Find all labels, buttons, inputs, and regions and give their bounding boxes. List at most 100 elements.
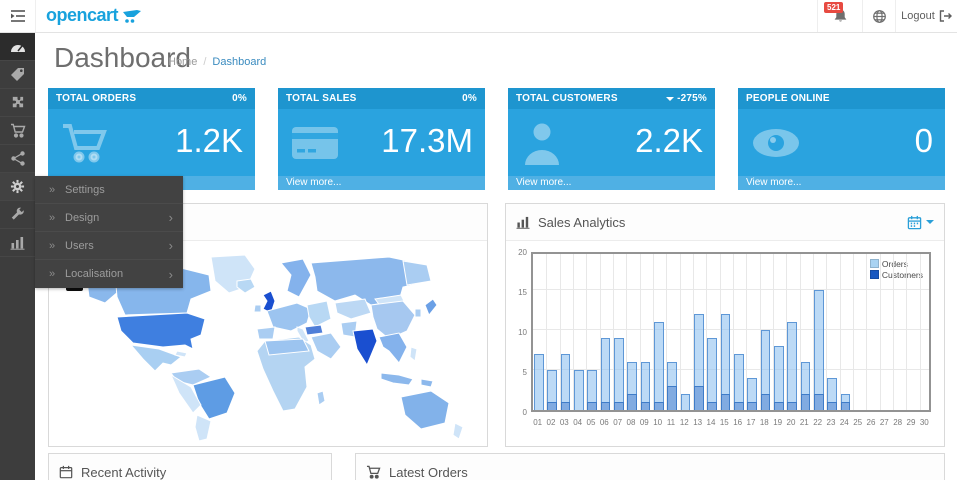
legend-label: Customers (882, 270, 923, 280)
bar-customers-day-23[interactable] (827, 402, 837, 410)
view-more-link[interactable]: View more... (278, 176, 485, 190)
gridline (680, 254, 681, 410)
bar-customers-day-02[interactable] (547, 402, 557, 410)
bar-customers-day-05[interactable] (587, 402, 597, 410)
bar-orders-day-20[interactable] (787, 322, 797, 410)
caret-down-icon (666, 97, 674, 101)
legend-entry: Customers (870, 269, 923, 280)
recent-activity-header: Recent Activity (49, 454, 331, 480)
tile-total-orders: TOTAL ORDERS0% 1.2K View more... (48, 88, 255, 190)
x-tick-label: 25 (851, 418, 864, 427)
bar-chart-icon (516, 216, 530, 229)
legend-swatch (870, 270, 879, 279)
tile-percent: -275% (666, 93, 707, 104)
panel-title: Sales Analytics (538, 215, 625, 230)
sidebar-item-tools[interactable] (0, 201, 35, 229)
menu-item-design[interactable]: » Design › (35, 204, 183, 232)
bar-orders-day-19[interactable] (774, 346, 784, 410)
double-angle-icon: » (49, 212, 65, 224)
logout-button[interactable]: Logout (895, 0, 957, 32)
bar-orders-day-04[interactable] (574, 370, 584, 410)
bar-customers-day-11[interactable] (667, 386, 677, 410)
tile-value: 0 (915, 109, 933, 176)
chevron-right-icon: › (169, 210, 173, 225)
x-tick-label: 17 (744, 418, 757, 427)
bar-orders-day-07[interactable] (614, 338, 624, 410)
chevron-right-icon: › (169, 238, 173, 253)
topbar: opencart 521 Logout (0, 0, 957, 33)
date-range-button[interactable] (907, 215, 934, 230)
cart-icon (10, 123, 26, 138)
tile-people-online: PEOPLE ONLINE 0 View more... (738, 88, 945, 190)
bar-customers-day-19[interactable] (774, 402, 784, 410)
bar-customers-day-20[interactable] (787, 402, 797, 410)
chevron-right-icon: › (169, 267, 173, 282)
hamburger-icon (10, 9, 26, 23)
notification-count-badge: 521 (824, 2, 843, 13)
view-more-link[interactable]: View more... (738, 176, 945, 190)
language-button[interactable] (862, 0, 895, 32)
x-tick-label: 02 (544, 418, 557, 427)
bar-orders-day-12[interactable] (681, 394, 691, 410)
bar-customers-day-18[interactable] (761, 394, 771, 410)
double-angle-icon: » (49, 240, 65, 252)
legend-label: Orders (882, 259, 908, 269)
bar-customers-day-10[interactable] (654, 402, 664, 410)
breadcrumb-home-link[interactable]: Home (168, 56, 197, 68)
bar-customers-day-09[interactable] (641, 402, 651, 410)
x-tick-label: 19 (771, 418, 784, 427)
chart-plot[interactable]: OrdersCustomers (531, 252, 931, 412)
bar-customers-day-24[interactable] (841, 402, 851, 410)
sign-out-icon (939, 10, 952, 22)
x-tick-label: 21 (798, 418, 811, 427)
bar-customers-day-03[interactable] (561, 402, 571, 410)
eye-icon (751, 127, 801, 159)
sidebar-toggle-button[interactable] (0, 0, 36, 32)
bar-customers-day-21[interactable] (801, 394, 811, 410)
bar-orders-day-06[interactable] (601, 338, 611, 410)
sidebar-item-extensions[interactable] (0, 89, 35, 117)
breadcrumb: Home / Dashboard (168, 56, 266, 68)
breadcrumb-separator: / (203, 56, 206, 68)
x-tick-label: 05 (584, 418, 597, 427)
latest-orders-header: Latest Orders (356, 454, 944, 480)
sidebar-item-system[interactable] (0, 173, 35, 201)
gridline (853, 254, 854, 410)
view-more-link[interactable]: View more... (508, 176, 715, 190)
menu-item-settings[interactable]: » Settings (35, 176, 183, 204)
sidebar-item-sales[interactable] (0, 117, 35, 145)
sidebar-item-catalog[interactable] (0, 61, 35, 89)
bar-customers-day-22[interactable] (814, 394, 824, 410)
bar-customers-day-13[interactable] (694, 386, 704, 410)
legend-swatch (870, 259, 879, 268)
menu-item-users[interactable]: » Users › (35, 232, 183, 260)
bar-orders-day-10[interactable] (654, 322, 664, 410)
sidebar-item-marketing[interactable] (0, 145, 35, 173)
opencart-logo[interactable]: opencart (46, 5, 143, 26)
bar-orders-day-22[interactable] (814, 290, 824, 410)
sidebar-item-reports[interactable] (0, 229, 35, 257)
menu-item-localisation[interactable]: » Localisation › (35, 260, 183, 288)
gridline (906, 254, 907, 410)
sidebar-item-dashboard[interactable] (0, 33, 35, 61)
bar-orders-day-01[interactable] (534, 354, 544, 410)
bar-customers-day-15[interactable] (721, 394, 731, 410)
calendar-icon (59, 465, 73, 479)
bar-customers-day-17[interactable] (747, 402, 757, 410)
bar-customers-day-14[interactable] (707, 402, 717, 410)
x-tick-label: 09 (638, 418, 651, 427)
x-tick-label: 26 (864, 418, 877, 427)
x-tick-label: 30 (918, 418, 931, 427)
bar-orders-day-14[interactable] (707, 338, 717, 410)
bar-chart-icon (10, 236, 25, 250)
bar-customers-day-16[interactable] (734, 402, 744, 410)
bar-customers-day-06[interactable] (601, 402, 611, 410)
bar-customers-day-08[interactable] (627, 394, 637, 410)
latest-orders-panel: Latest Orders (355, 453, 945, 480)
tile-title: PEOPLE ONLINE (746, 93, 830, 104)
gridline (866, 254, 867, 410)
notifications-button[interactable]: 521 (817, 0, 862, 32)
breadcrumb-current-link[interactable]: Dashboard (212, 56, 266, 68)
bar-customers-day-07[interactable] (614, 402, 624, 410)
x-tick-label: 07 (611, 418, 624, 427)
